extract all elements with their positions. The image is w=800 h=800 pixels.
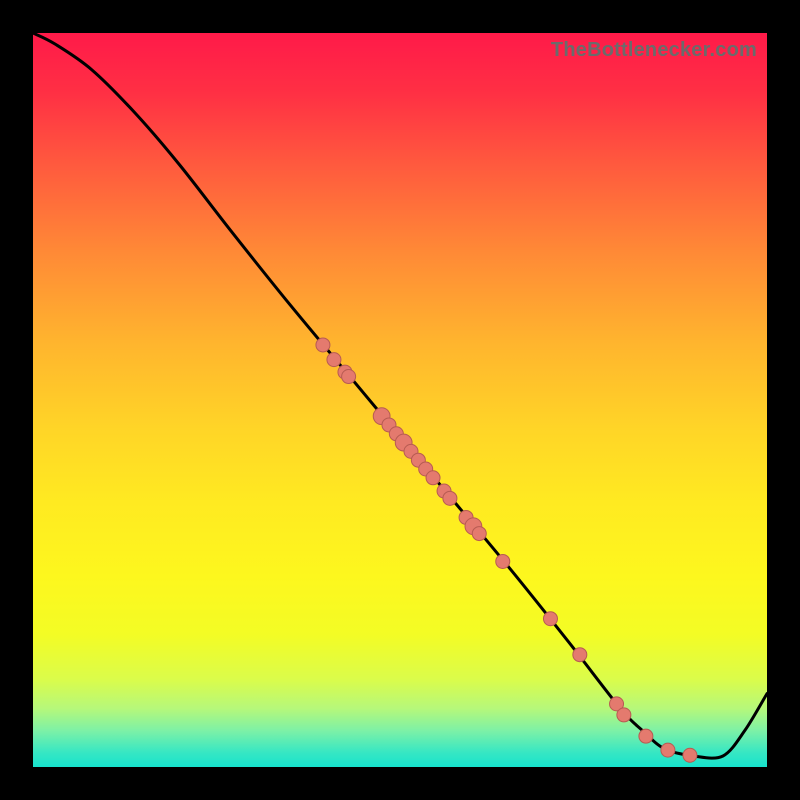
data-point <box>327 353 341 367</box>
plot-area: TheBottlenecker.com <box>33 33 767 767</box>
data-point <box>543 612 557 626</box>
data-point <box>496 554 510 568</box>
data-point <box>472 527 486 541</box>
data-point <box>426 471 440 485</box>
curve-line <box>33 33 767 758</box>
data-point <box>573 648 587 662</box>
data-point <box>342 370 356 384</box>
chart-svg <box>33 33 767 767</box>
data-point <box>683 748 697 762</box>
chart-container: TheBottlenecker.com <box>0 0 800 800</box>
data-point <box>316 338 330 352</box>
data-points <box>316 338 697 762</box>
data-point <box>443 491 457 505</box>
data-point <box>617 708 631 722</box>
data-point <box>661 743 675 757</box>
data-point <box>639 729 653 743</box>
